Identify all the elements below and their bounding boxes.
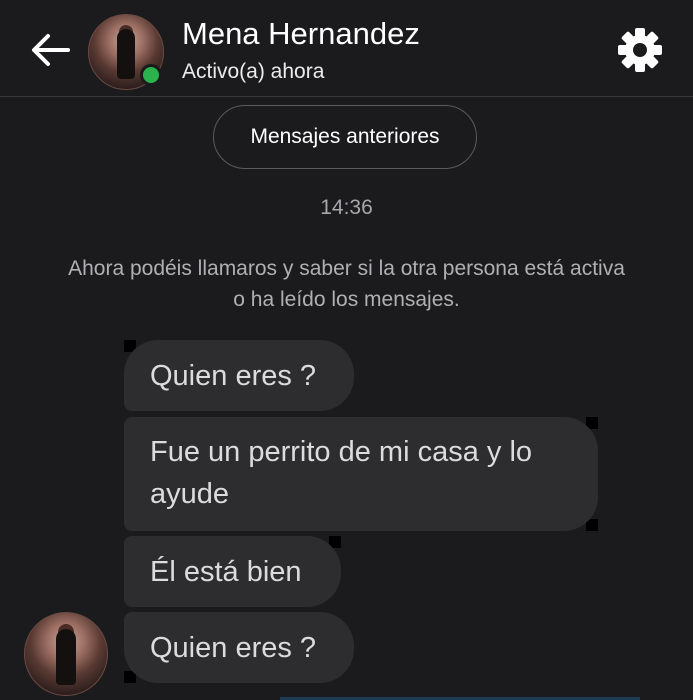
message-timestamp: 14:36: [320, 196, 373, 219]
message-bubble[interactable]: Fue un perrito de mi casa y lo ayude: [124, 417, 598, 531]
gear-icon: [618, 28, 662, 72]
contact-name[interactable]: Mena Hernandez: [182, 16, 420, 52]
settings-button[interactable]: [614, 24, 666, 76]
message-text: Quien eres ?: [150, 632, 317, 664]
message-bubble[interactable]: Quien eres ?: [124, 612, 354, 683]
arrow-left-icon: [32, 34, 70, 66]
message-text: Fue un perrito de mi casa y lo ayude: [150, 436, 533, 510]
chat-header: Mena Hernandez Activo(a) ahora: [0, 0, 693, 97]
back-button[interactable]: [28, 30, 72, 70]
contact-avatar[interactable]: [88, 14, 164, 90]
older-messages-button[interactable]: Mensajes anteriores: [213, 105, 477, 169]
message-bubble[interactable]: Él está bien: [124, 536, 341, 607]
message-bubble[interactable]: Quien eres ?: [124, 340, 354, 411]
message-text: Él está bien: [150, 556, 302, 588]
online-status-dot: [140, 64, 162, 86]
sender-avatar[interactable]: [24, 612, 108, 696]
system-notice: Ahora podéis llamaros y saber si la otra…: [68, 257, 625, 311]
contact-status: Activo(a) ahora: [182, 60, 325, 83]
message-text: Quien eres ?: [150, 360, 317, 392]
